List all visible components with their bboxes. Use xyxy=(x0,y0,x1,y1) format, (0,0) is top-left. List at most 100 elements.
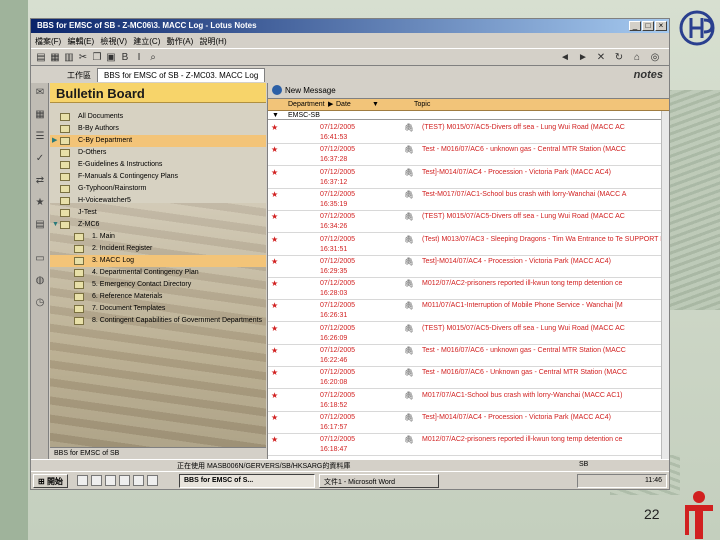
table-row[interactable]: ★ 07/12/2005 16:41:53 🖇 (TEST) M015/07/AC5-D… xyxy=(268,121,669,144)
nav-item-by-department[interactable]: ▶ C-By Department xyxy=(50,135,266,147)
attachment-icon: 🖇 xyxy=(404,301,415,311)
view-pane: New Message Department ▶ Date ▼ Topic ▼ … xyxy=(267,83,669,459)
nav-item-by-authors[interactable]: B-By Authors xyxy=(50,123,266,135)
menu-edit[interactable]: 編輯(E) xyxy=(67,36,94,47)
nav-item-emergency-contacts[interactable]: 5. Emergency Contact Directory xyxy=(50,279,266,291)
replicator-icon[interactable]: ⇄ xyxy=(34,175,46,187)
attachment-icon: 🖇 xyxy=(404,145,415,155)
column-department[interactable]: Department xyxy=(288,99,325,111)
table-row[interactable]: ★ 07/12/2005 16:34:26 🖇 (TEST) M015/07/AC5-D… xyxy=(268,210,669,234)
table-row[interactable]: ★ 07/12/2005 16:35:19 🖇 Test-M017/07/AC1-Sch… xyxy=(268,188,669,211)
new-message-button[interactable]: New Message xyxy=(272,85,336,95)
table-row[interactable]: ★ 07/12/2005 16:26:31 🖇 M011/07/AC1-Interrup… xyxy=(268,299,669,323)
tab-workspace[interactable]: 工作區 xyxy=(61,68,97,82)
nav-item-guidelines[interactable]: E-Guidelines & Instructions xyxy=(50,159,266,171)
task-lotus-notes[interactable]: BBS for EMSC of S... xyxy=(179,474,315,488)
save-icon[interactable]: ▦ xyxy=(49,52,61,64)
open-icon[interactable]: ▤ xyxy=(35,52,47,64)
menu-help[interactable]: 說明(H) xyxy=(200,36,227,47)
table-row[interactable]: ★ 07/12/2005 16:22:46 🖇 Test - M016/07/AC6 -… xyxy=(268,344,669,367)
nav-item-reference-materials[interactable]: 6. Reference Materials xyxy=(50,291,266,303)
table-row[interactable]: ★ 07/12/2005 16:28:03 🖇 M012/07/AC2-prisoner… xyxy=(268,277,669,301)
nav-item-test[interactable]: J-Test xyxy=(50,207,266,219)
expand-arrow-icon[interactable]: ▶ xyxy=(52,135,57,147)
close-button[interactable]: × xyxy=(655,21,667,31)
table-row[interactable]: ★ 07/12/2005 16:18:52 🖇 M017/07/AC1-School b… xyxy=(268,389,669,412)
collapse-arrow-icon[interactable]: ▼ xyxy=(52,219,59,231)
search-web-icon[interactable]: ◎ xyxy=(649,52,661,64)
table-row[interactable]: ★ 07/12/2005 16:26:09 🖇 (TEST) M015/07/AC5-D… xyxy=(268,322,669,345)
paste-icon[interactable]: ▣ xyxy=(105,52,117,64)
nav-item-contingency-plan[interactable]: 4. Departmental Contingency Plan xyxy=(50,267,266,279)
home-icon[interactable]: ⌂ xyxy=(631,52,643,64)
nav-item-all-documents[interactable]: All Documents xyxy=(50,111,266,123)
attachment-icon: 🖇 xyxy=(404,279,415,289)
maximize-button[interactable]: □ xyxy=(642,21,654,31)
outlook-icon[interactable] xyxy=(105,475,116,486)
folder-icon[interactable]: ▭ xyxy=(34,253,46,265)
table-row[interactable]: ★ 07/12/2005 16:18:47 🖇 M012/07/AC2-prisoner… xyxy=(268,433,669,457)
menu-view[interactable]: 檢視(V) xyxy=(100,36,127,47)
table-row[interactable]: ★ 07/12/2005 16:37:12 🖇 Test]-M014/07/AC4 - … xyxy=(268,166,669,189)
status-bar: 正在使用 MASB006N/GERVERS/SB/HKSARG的資料庫 SB xyxy=(31,459,669,471)
calendar-icon[interactable]: ▦ xyxy=(34,109,46,121)
web-icon[interactable]: ◍ xyxy=(34,275,46,287)
todo-icon[interactable]: ✓ xyxy=(34,153,46,165)
forward-icon[interactable]: ► xyxy=(577,52,589,64)
table-row[interactable]: ★ 07/12/2005 16:29:35 🖇 Test]-M014/07/AC4 - … xyxy=(268,255,669,278)
table-row[interactable]: ★ 07/12/2005 16:37:28 🖇 Test - M016/07/AC6 -… xyxy=(268,143,669,167)
nav-item-macc-log[interactable]: 3. MACC Log xyxy=(50,255,266,267)
back-icon[interactable]: ◄ xyxy=(559,52,571,64)
slide-side-strip xyxy=(0,0,28,540)
favorites-icon[interactable]: ★ xyxy=(34,197,46,209)
collapse-arrow-icon[interactable]: ▼ xyxy=(272,111,279,120)
table-row[interactable]: ★ 07/12/2005 16:31:51 🖇 (Test) M013/07/AC3 -… xyxy=(268,233,669,256)
menu-actions[interactable]: 動作(A) xyxy=(167,36,194,47)
minimize-button[interactable]: _ xyxy=(629,21,641,31)
nav-item-main[interactable]: 1. Main xyxy=(50,231,266,243)
sort-arrow-icon[interactable]: ▶ xyxy=(328,99,333,111)
cut-icon[interactable]: ✂ xyxy=(77,52,89,64)
row-date: 07/12/2005 xyxy=(320,280,356,288)
table-row[interactable]: ★ 07/12/2005 16:20:08 🖇 Test - M016/07/AC6 -… xyxy=(268,366,669,390)
desktop-icon[interactable] xyxy=(77,475,88,486)
nav-item-z-mc6[interactable]: ▼ Z-MC6 xyxy=(50,219,266,231)
word-icon[interactable] xyxy=(119,475,130,486)
nav-item-incident-register[interactable]: 2. Incident Register xyxy=(50,243,266,255)
menu-file[interactable]: 檔案(F) xyxy=(35,36,61,47)
task-word[interactable]: 文件1 - Microsoft Word xyxy=(319,474,439,488)
tab-bbs-database[interactable]: BBS for EMSC of SB - Z-MC03. MACC Log xyxy=(97,68,266,82)
excel-icon[interactable] xyxy=(133,475,144,486)
italic-icon[interactable]: I xyxy=(133,52,145,64)
start-button[interactable]: ⊞ 開始 xyxy=(33,474,68,488)
nav-item-others[interactable]: D-Others xyxy=(50,147,266,159)
status-location[interactable]: SB xyxy=(579,461,588,468)
column-topic[interactable]: Topic xyxy=(414,99,430,111)
attachment-icon: 🖇 xyxy=(404,212,415,222)
stop-icon[interactable]: ✕ xyxy=(595,52,607,64)
nav-item-document-templates[interactable]: 7. Document Templates xyxy=(50,303,266,315)
menu-create[interactable]: 建立(C) xyxy=(133,36,160,47)
vertical-scrollbar[interactable] xyxy=(661,111,669,459)
column-header: Department ▶ Date ▼ Topic xyxy=(268,99,669,111)
history-icon[interactable]: ◷ xyxy=(34,297,46,309)
category-row[interactable]: ▼ EMSC-SB xyxy=(268,111,669,120)
ie-icon[interactable] xyxy=(91,475,102,486)
databases-icon[interactable]: ▤ xyxy=(34,219,46,231)
powerpoint-icon[interactable] xyxy=(147,475,158,486)
column-date[interactable]: Date xyxy=(336,99,351,111)
nav-item-manuals[interactable]: F-Manuals & Contingency Plans xyxy=(50,171,266,183)
search-icon[interactable]: ⌕ xyxy=(147,52,159,64)
nav-item-contingent-capabilities[interactable]: 8. Contingent Capabilities of Government… xyxy=(50,315,266,327)
nav-item-typhoon[interactable]: G-Typhoon/Rainstorm xyxy=(50,183,266,195)
bold-icon[interactable]: B xyxy=(119,52,131,64)
address-book-icon[interactable]: ☰ xyxy=(34,131,46,143)
table-row[interactable]: ★ 07/12/2005 16:17:57 🖇 Test]-M014/07/AC4 - … xyxy=(268,411,669,434)
refresh-icon[interactable]: ↻ xyxy=(613,52,625,64)
unread-star-icon: ★ xyxy=(271,145,279,155)
nav-item-voicewatcher[interactable]: H-Voicewatcher5 xyxy=(50,195,266,207)
mail-icon[interactable]: ✉ xyxy=(34,87,46,99)
print-icon[interactable]: ▥ xyxy=(63,52,75,64)
sort-desc-icon[interactable]: ▼ xyxy=(372,99,379,111)
copy-icon[interactable]: ❐ xyxy=(91,52,103,64)
